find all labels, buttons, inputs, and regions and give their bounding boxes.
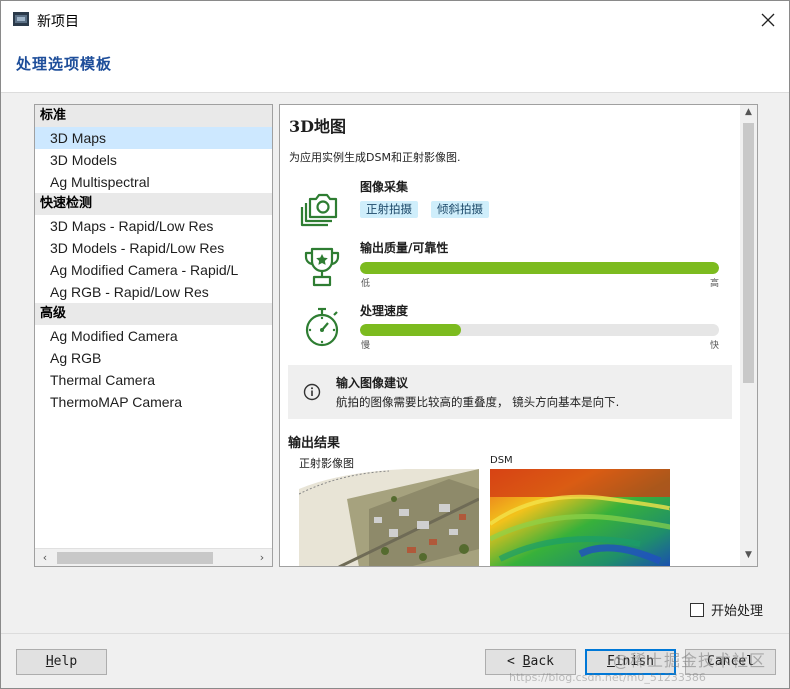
list-item-thermomap-camera[interactable]: ThermoMAP Camera	[35, 391, 272, 413]
group-header-rapid: 快速检测	[35, 193, 272, 215]
start-processing-option[interactable]: 开始处理	[690, 600, 763, 619]
quality-min-label: 低	[361, 279, 371, 289]
detail-vertical-scrollbar[interactable]: ▲ ▼	[740, 105, 757, 566]
dialog-header: 处理选项模板	[1, 39, 789, 93]
tip-title: 输入图像建议	[336, 376, 409, 390]
group-header-advanced: 高级	[35, 303, 272, 325]
list-horizontal-scrollbar[interactable]: ‹ ›	[35, 548, 272, 566]
template-list[interactable]: 标准 3D Maps 3D Models Ag Multispectral 快速…	[34, 104, 273, 567]
scrollbar-thumb[interactable]	[57, 552, 213, 564]
list-item-ag-multispectral[interactable]: Ag Multispectral	[35, 171, 272, 193]
cancel-button[interactable]: Cancel	[685, 649, 776, 675]
finish-button[interactable]: Finish	[585, 649, 676, 675]
scroll-up-arrow-icon[interactable]: ▲	[740, 107, 757, 121]
camera-stack-icon	[300, 193, 338, 227]
template-detail-panel: 3D地图 为应用实例生成DSM和正射影像图. 图像采集 正射拍摄 倾斜拍摄 输出…	[279, 104, 758, 567]
dsm-label: DSM	[490, 455, 513, 466]
list-item-ag-rgb-rapid[interactable]: Ag RGB - Rapid/Low Res	[35, 281, 272, 303]
speed-bar	[360, 324, 719, 336]
list-item-3d-maps[interactable]: 3D Maps	[35, 127, 272, 149]
start-processing-checkbox[interactable]	[690, 602, 704, 617]
close-button[interactable]	[753, 5, 783, 35]
detail-description: 为应用实例生成DSM和正射影像图.	[289, 151, 461, 164]
help-button[interactable]: Help	[16, 649, 107, 675]
dsm-preview-image	[490, 469, 670, 566]
detail-title: 3D地图	[289, 117, 347, 136]
list-item-3d-models[interactable]: 3D Models	[35, 149, 272, 171]
scrollbar-thumb[interactable]	[743, 123, 754, 383]
app-icon	[13, 12, 29, 26]
tag-oblique: 倾斜拍摄	[431, 201, 489, 218]
list-item-ag-modified-camera[interactable]: Ag Modified Camera	[35, 325, 272, 347]
group-header-standard: 标准	[35, 105, 272, 127]
close-icon	[761, 13, 775, 27]
list-item-3d-maps-rapid[interactable]: 3D Maps - Rapid/Low Res	[35, 215, 272, 237]
quality-bar	[360, 262, 719, 274]
footer-divider	[1, 633, 789, 634]
quality-bar-fill	[360, 262, 719, 274]
speed-label: 处理速度	[360, 304, 409, 318]
trophy-icon	[304, 247, 340, 287]
tag-nadir: 正射拍摄	[360, 201, 418, 218]
speed-bar-fill	[360, 324, 461, 336]
output-heading: 输出结果	[288, 436, 341, 451]
list-item-ag-modified-camera-rapid[interactable]: Ag Modified Camera - Rapid/L	[35, 259, 272, 281]
page-heading: 处理选项模板	[16, 55, 113, 73]
list-item-ag-rgb[interactable]: Ag RGB	[35, 347, 272, 369]
quality-label: 输出质量/可靠性	[360, 241, 449, 255]
list-item-thermal-camera[interactable]: Thermal Camera	[35, 369, 272, 391]
tip-text: 航拍的图像需要比较高的重叠度， 镜头方向基本是向下.	[336, 395, 620, 409]
info-icon	[303, 383, 321, 401]
scroll-left-arrow-icon[interactable]: ‹	[37, 550, 53, 566]
speed-min-label: 慢	[361, 341, 371, 351]
window-title: 新项目	[37, 14, 79, 30]
back-button[interactable]: < Back	[485, 649, 576, 675]
start-processing-label: 开始处理	[711, 604, 764, 619]
quality-max-label: 高	[710, 279, 720, 289]
orthomosaic-preview-image	[299, 469, 479, 566]
capture-label: 图像采集	[360, 180, 409, 194]
stopwatch-icon	[305, 307, 339, 347]
speed-max-label: 快	[710, 341, 720, 351]
title-bar: 新项目	[1, 1, 789, 39]
new-project-dialog: 新项目 处理选项模板 标准 3D Maps 3D Models Ag Multi…	[0, 0, 790, 689]
input-recommendation-box: 输入图像建议 航拍的图像需要比较高的重叠度， 镜头方向基本是向下.	[288, 365, 732, 419]
list-item-3d-models-rapid[interactable]: 3D Models - Rapid/Low Res	[35, 237, 272, 259]
scroll-down-arrow-icon[interactable]: ▼	[740, 550, 757, 564]
scroll-right-arrow-icon[interactable]: ›	[254, 550, 270, 566]
